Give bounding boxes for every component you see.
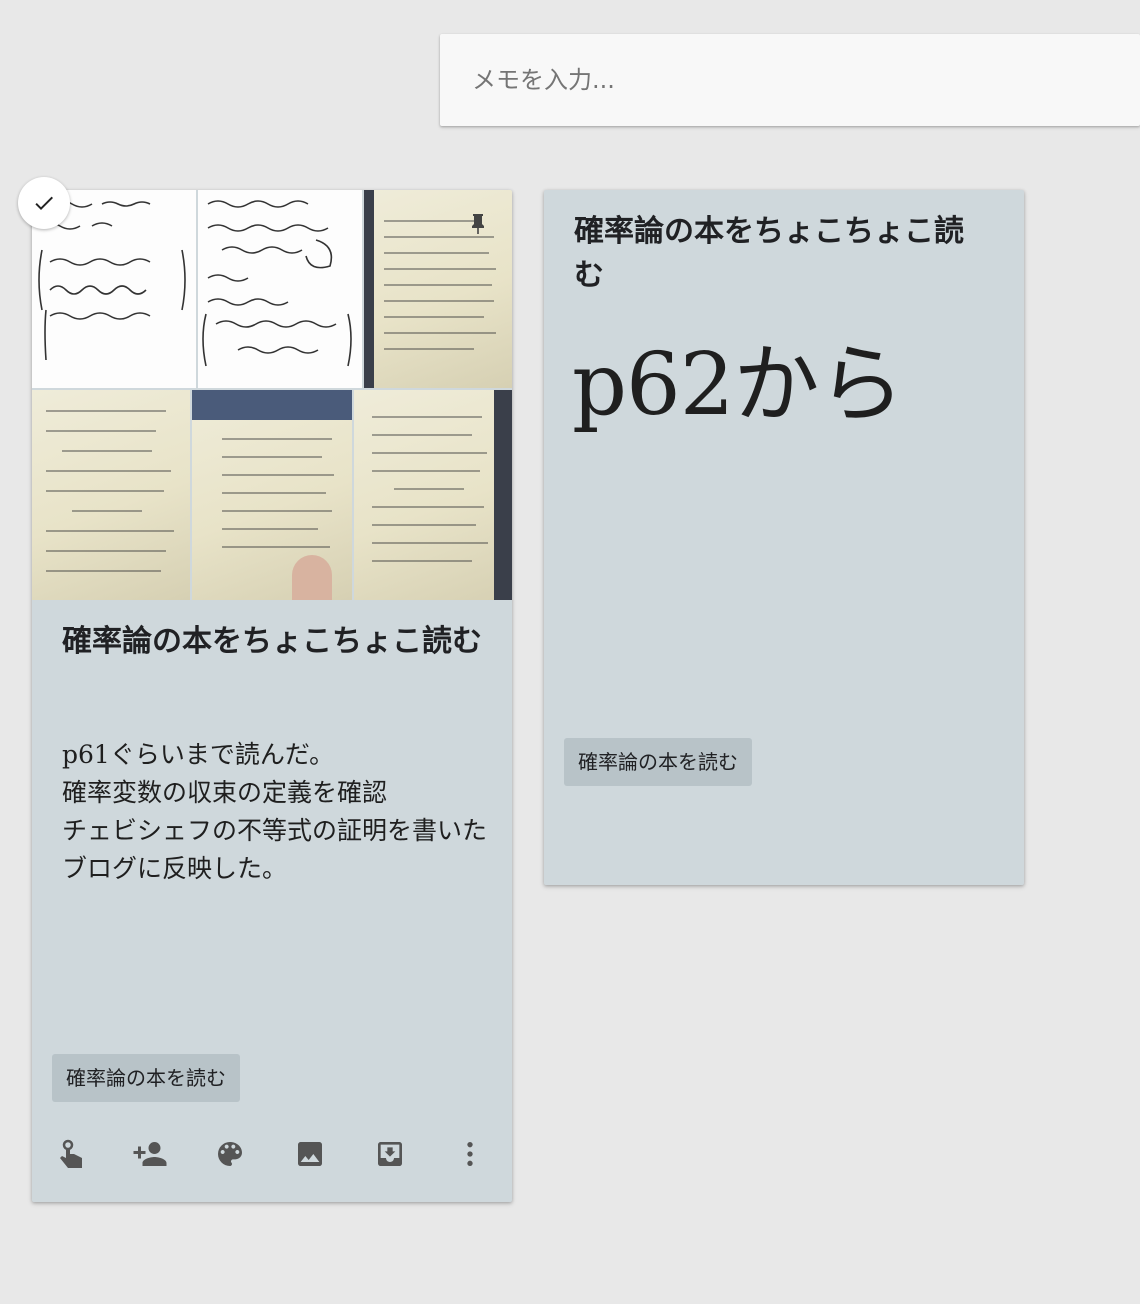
note-image-book-page-3[interactable] [192, 390, 352, 600]
archive-button[interactable] [370, 1134, 410, 1174]
note-body[interactable]: p61ぐらいまで読んだ。 確率変数の収束の定義を確認 チェビシェフの不等式の証明… [62, 736, 492, 888]
more-options-button[interactable] [450, 1134, 490, 1174]
more-vert-icon [467, 1142, 473, 1166]
select-note-checkbox[interactable] [18, 177, 70, 229]
note-toolbar [50, 1134, 500, 1174]
note-title[interactable]: 確率論の本をちょこちょこ読む [62, 620, 482, 664]
pin-icon[interactable] [466, 212, 490, 236]
palette-icon [218, 1142, 242, 1166]
note-card[interactable]: 確率論の本をちょこちょこ読む p62から 確率論の本を読む [544, 190, 1024, 885]
check-icon [35, 196, 53, 210]
note-image-book-page-4[interactable] [354, 390, 512, 600]
take-note-bar[interactable] [440, 34, 1140, 126]
memo-input[interactable] [472, 66, 1072, 94]
note-label-chip[interactable]: 確率論の本を読む [52, 1054, 240, 1102]
note-card[interactable]: 確率論の本をちょこちょこ読む p61ぐらいまで読んだ。 確率変数の収束の定義を確… [32, 190, 512, 1202]
note-image-handwritten-2[interactable] [198, 190, 362, 388]
note-title[interactable]: 確率論の本をちょこちょこ読む [574, 210, 964, 298]
remind-me-icon [60, 1139, 82, 1168]
note-body[interactable]: p62から [572, 330, 1012, 440]
change-color-button[interactable] [210, 1134, 250, 1174]
note-image-book-page-1[interactable] [364, 190, 512, 388]
collaborator-button[interactable] [130, 1134, 170, 1174]
note-image-grid[interactable] [32, 190, 512, 600]
archive-icon [378, 1142, 402, 1166]
add-image-button[interactable] [290, 1134, 330, 1174]
remind-me-button[interactable] [50, 1134, 90, 1174]
add-image-icon [298, 1142, 322, 1166]
note-image-book-page-2[interactable] [32, 390, 190, 600]
note-label-chip[interactable]: 確率論の本を読む [564, 738, 752, 786]
collaborator-icon [133, 1142, 167, 1166]
